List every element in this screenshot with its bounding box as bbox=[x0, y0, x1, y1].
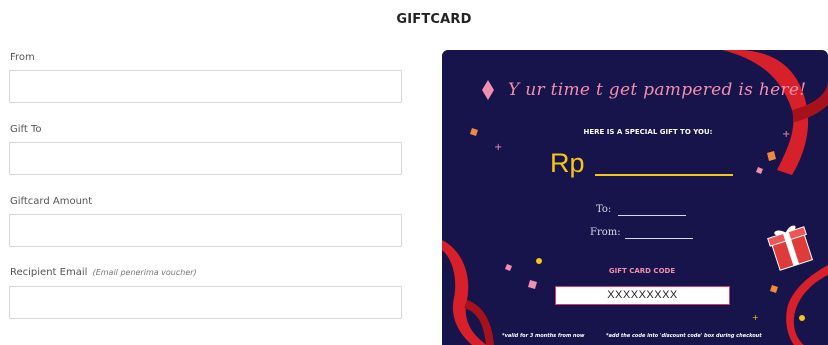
card-code-label: GIFT CARD CODE bbox=[608, 267, 676, 275]
card-footnote-validity: *valid for 3 months from now bbox=[502, 333, 585, 339]
sparkle-3: + bbox=[752, 313, 759, 322]
to-underline bbox=[618, 215, 686, 216]
confetti-orange-2 bbox=[767, 151, 776, 161]
ribbon-left bbox=[442, 240, 487, 345]
card-currency: Rp bbox=[550, 148, 585, 178]
confetti-orange-1 bbox=[470, 128, 478, 136]
confetti-dot-yellow-2 bbox=[799, 315, 805, 321]
confetti-dot-yellow bbox=[536, 258, 542, 264]
card-footnote-instructions: *add the code into 'discount code' box d… bbox=[606, 333, 762, 339]
confetti-pink-sq-2 bbox=[756, 167, 763, 174]
gift-to-input[interactable] bbox=[9, 142, 402, 175]
giftcard-amount-input[interactable] bbox=[9, 214, 402, 247]
giftcard-amount-label: Giftcard Amount bbox=[10, 196, 93, 207]
from-input[interactable] bbox=[9, 70, 402, 103]
from-label: From bbox=[10, 52, 35, 63]
confetti-pink-sq bbox=[528, 280, 537, 289]
recipient-email-input[interactable] bbox=[9, 286, 402, 319]
giftcard-preview: + + + Y ur time t get pampered is here! … bbox=[442, 50, 828, 345]
gift-box-icon bbox=[767, 225, 814, 271]
confetti-orange-3 bbox=[770, 285, 778, 293]
confetti-pink-small bbox=[505, 264, 512, 271]
recipient-email-hint: (Email penerima voucher) bbox=[92, 268, 197, 277]
card-from-label: From: bbox=[590, 227, 621, 238]
card-subtitle: HERE IS A SPECIAL GIFT TO YOU: bbox=[583, 128, 713, 136]
recipient-email-label: Recipient Email (Email penerima voucher) bbox=[10, 267, 197, 278]
amount-underline bbox=[595, 174, 733, 176]
card-tagline: Y ur time t get pampered is here! bbox=[508, 80, 807, 100]
card-code-box: XXXXXXXXX bbox=[555, 286, 730, 305]
confetti-diamond-left bbox=[482, 80, 494, 100]
recipient-email-label-text: Recipient Email bbox=[10, 267, 88, 278]
sparkle-2: + bbox=[782, 129, 790, 140]
sparkle-1: + bbox=[494, 142, 502, 153]
card-to-label: To: bbox=[596, 204, 612, 215]
gift-to-label: Gift To bbox=[10, 124, 42, 135]
page-title: GIFTCARD bbox=[396, 12, 472, 27]
ribbon-bottom-right bbox=[786, 265, 828, 345]
from-underline bbox=[625, 238, 693, 239]
